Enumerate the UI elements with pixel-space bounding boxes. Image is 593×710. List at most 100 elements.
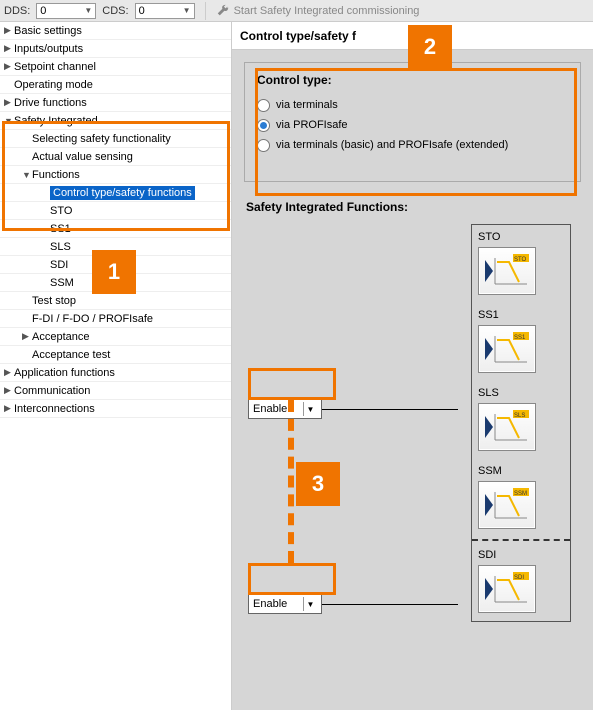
radio-option[interactable]: via terminals	[257, 95, 568, 115]
tree-item[interactable]: Selecting safety functionality	[0, 130, 231, 148]
tree-item-label: Drive functions	[14, 97, 87, 109]
control-type-heading: Control type:	[257, 73, 568, 87]
caret-icon: ▶	[4, 385, 14, 396]
function-button[interactable]: SDI	[478, 565, 536, 613]
page-title: Control type/safety f	[240, 29, 356, 43]
caret-icon: ▶	[4, 403, 14, 414]
caret-icon: ▶	[4, 25, 14, 36]
functions-heading: Safety Integrated Functions:	[246, 200, 581, 214]
function-graph-icon: SSM	[483, 486, 531, 524]
tree-item-label: SS1	[50, 223, 71, 235]
function-label: SLS	[478, 387, 564, 399]
tree-item[interactable]: SLS	[0, 238, 231, 256]
function-graph-icon: SDI	[483, 570, 531, 608]
tree-item-label: SLS	[50, 241, 71, 253]
caret-icon: ▶	[4, 61, 14, 72]
content-header: Control type/safety f	[232, 22, 593, 50]
function-label: STO	[478, 231, 564, 243]
panel-area: Control type: via terminals via PROFIsafe…	[232, 50, 593, 710]
svg-text:SSM: SSM	[514, 491, 527, 497]
tree-item[interactable]: Test stop	[0, 292, 231, 310]
tree-item-label: Communication	[14, 385, 90, 397]
enable-dropdown-1[interactable]: Enable ▼	[248, 399, 322, 419]
tree-item[interactable]: Control type/safety functions	[0, 184, 231, 202]
tree-item[interactable]: F-DI / F-DO / PROFIsafe	[0, 310, 231, 328]
function-button[interactable]: SSM	[478, 481, 536, 529]
start-commissioning-button[interactable]: Start Safety Integrated commissioning	[216, 4, 420, 18]
function-cell: SSM SSM	[472, 459, 570, 537]
caret-icon: ▼	[22, 170, 32, 180]
function-cell: STO STO	[472, 225, 570, 303]
tree-item-label: Functions	[32, 169, 80, 181]
function-graph-icon: STO	[483, 252, 531, 290]
tree-item-label: Control type/safety functions	[50, 186, 195, 200]
tree-item[interactable]: ▶Inputs/outputs	[0, 40, 231, 58]
control-type-group: Control type: via terminals via PROFIsafe…	[244, 62, 581, 182]
function-button[interactable]: SLS	[478, 403, 536, 451]
tree-item[interactable]: SSM	[0, 274, 231, 292]
wrench-icon	[216, 4, 230, 18]
toolbar: DDS: 0 ▼ CDS: 0 ▼ Start Safety Integrate…	[0, 0, 593, 22]
function-button[interactable]: STO	[478, 247, 536, 295]
tree-item[interactable]: Operating mode	[0, 76, 231, 94]
svg-text:SS1: SS1	[514, 335, 526, 341]
radio-option[interactable]: via PROFIsafe	[257, 115, 568, 135]
caret-icon: ▼	[4, 116, 14, 126]
radio-icon	[257, 119, 270, 132]
tree-item[interactable]: ▶Setpoint channel	[0, 58, 231, 76]
svg-text:SDI: SDI	[514, 575, 524, 581]
tree-item[interactable]: SDI	[0, 256, 231, 274]
chevron-down-icon: ▼	[303, 597, 317, 611]
tree-item[interactable]: ▶Drive functions	[0, 94, 231, 112]
enable-dropdown-2[interactable]: Enable ▼	[248, 594, 322, 614]
tree-item[interactable]: ▶Basic settings	[0, 22, 231, 40]
caret-icon: ▶	[22, 331, 32, 342]
tree-item-label: Operating mode	[14, 79, 93, 91]
chevron-down-icon: ▼	[303, 402, 317, 416]
cds-dropdown[interactable]: 0 ▼	[135, 3, 195, 19]
tree-item[interactable]: ▶Interconnections	[0, 400, 231, 418]
tree-item-label: F-DI / F-DO / PROFIsafe	[32, 313, 153, 325]
radio-label: via terminals (basic) and PROFIsafe (ext…	[276, 139, 508, 151]
separator	[205, 2, 206, 20]
tree-item[interactable]: ▼Functions	[0, 166, 231, 184]
radio-label: via PROFIsafe	[276, 119, 348, 131]
tree-item[interactable]: ▶Application functions	[0, 364, 231, 382]
tree-item-label: Safety Integrated	[14, 115, 98, 127]
tree-item[interactable]: Acceptance test	[0, 346, 231, 364]
tree-item-label: Interconnections	[14, 403, 95, 415]
function-cell: SDI SDI	[472, 543, 570, 621]
tree-item[interactable]: ▶Acceptance	[0, 328, 231, 346]
dds-label: DDS:	[4, 5, 30, 17]
radio-option[interactable]: via terminals (basic) and PROFIsafe (ext…	[257, 135, 568, 155]
radio-label: via terminals	[276, 99, 338, 111]
tree-item[interactable]: STO	[0, 202, 231, 220]
content-pane: Control type/safety f Control type: via …	[232, 22, 593, 710]
function-graph-icon: SS1	[483, 330, 531, 368]
function-label: SDI	[478, 549, 564, 561]
tree-item[interactable]: ▼Safety Integrated	[0, 112, 231, 130]
tree-item[interactable]: ▶Communication	[0, 382, 231, 400]
tree-item-label: SSM	[50, 277, 74, 289]
tree-item-label: Acceptance	[32, 331, 89, 343]
tree-item-label: Basic settings	[14, 25, 82, 37]
tree-item-label: SDI	[50, 259, 68, 271]
nav-tree: ▶Basic settings▶Inputs/outputs▶Setpoint …	[0, 22, 232, 710]
dds-dropdown[interactable]: 0 ▼	[36, 3, 96, 19]
main-area: ▶Basic settings▶Inputs/outputs▶Setpoint …	[0, 22, 593, 710]
function-column: STOSTOSS1SS1SLSSLSSSMSSMSDISDI	[471, 224, 571, 622]
radio-icon	[257, 139, 270, 152]
tree-item-label: Actual value sensing	[32, 151, 133, 163]
tree-item-label: Inputs/outputs	[14, 43, 83, 55]
chevron-down-icon: ▼	[183, 6, 191, 15]
function-button[interactable]: SS1	[478, 325, 536, 373]
function-label: SSM	[478, 465, 564, 477]
caret-icon: ▶	[4, 367, 14, 378]
radio-icon	[257, 99, 270, 112]
tree-item[interactable]: Actual value sensing	[0, 148, 231, 166]
separator-dashed	[472, 539, 570, 541]
tree-item-label: Setpoint channel	[14, 61, 96, 73]
caret-icon: ▶	[4, 97, 14, 108]
tree-item[interactable]: SS1	[0, 220, 231, 238]
svg-text:STO: STO	[514, 257, 527, 263]
